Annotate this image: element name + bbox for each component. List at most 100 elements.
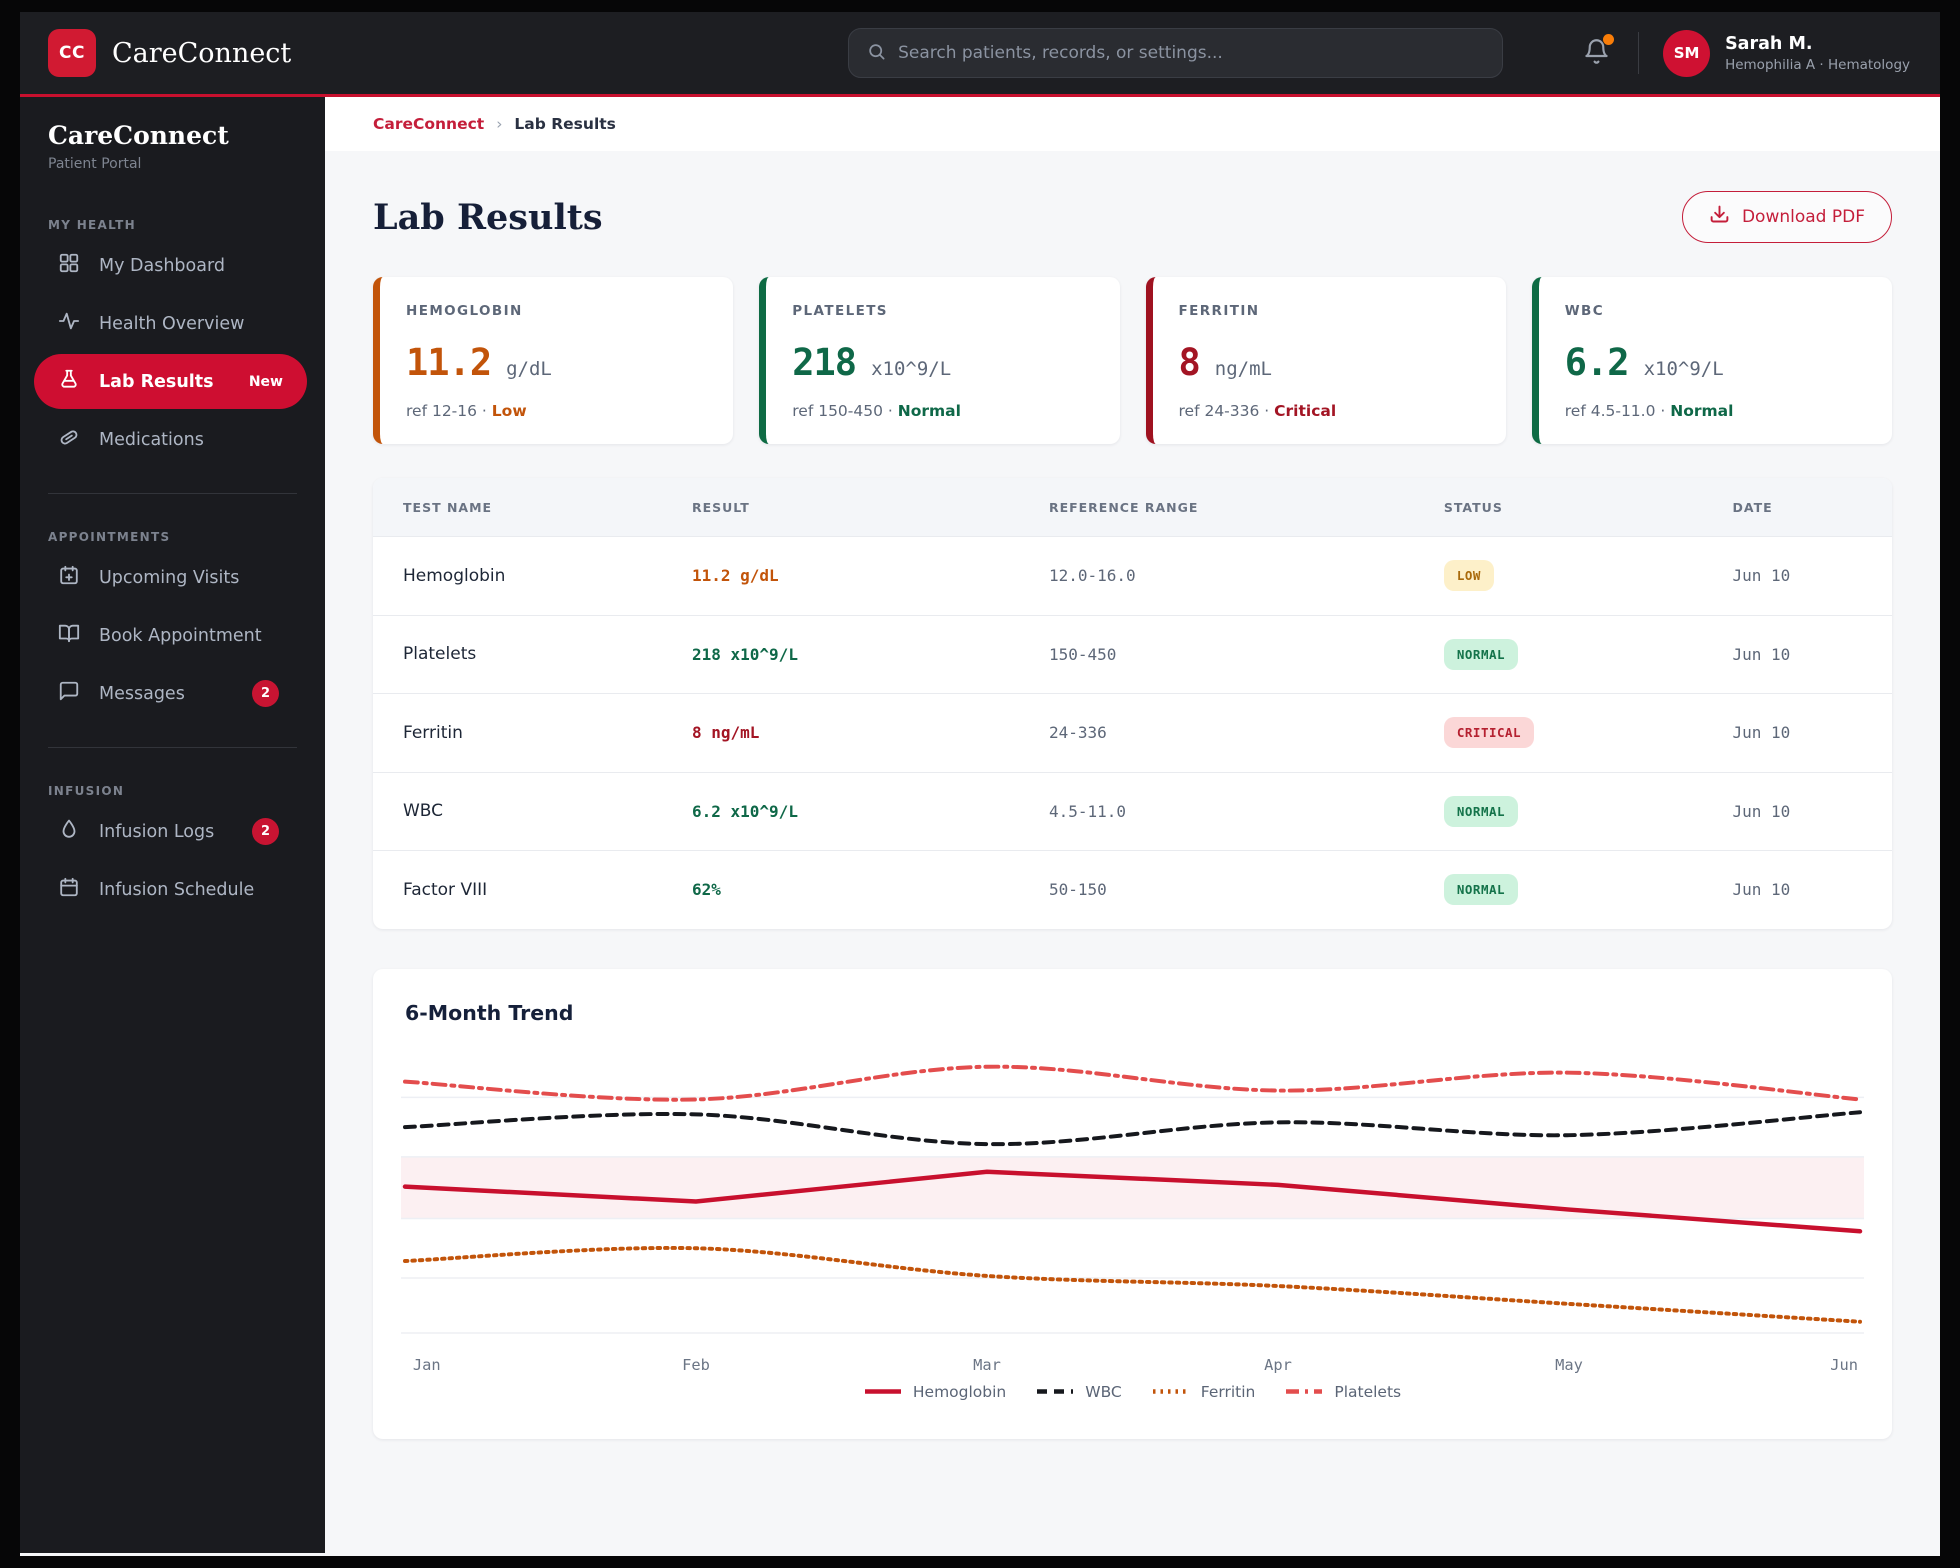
nav-appointments: Upcoming Visits Book Appointment Message…: [20, 550, 325, 721]
sidebar-item-book-appointment[interactable]: Book Appointment: [34, 608, 307, 663]
legend-swatch-dashed: [1037, 1389, 1074, 1394]
legend-swatch-dashdot: [1286, 1389, 1323, 1394]
test-result: 218 x10^9/L: [691, 644, 798, 664]
trend-chart: Jan Feb Mar Apr May Jun: [401, 1064, 1864, 1374]
sidebar-item-label: My Dashboard: [99, 255, 225, 276]
user-name: Sarah M.: [1725, 33, 1813, 54]
sidebar-item-lab-results[interactable]: Lab Results New: [34, 354, 307, 409]
test-range: 12.0-16.0: [1048, 566, 1136, 586]
reference-band: [401, 1156, 1864, 1218]
sidebar-item-health-overview[interactable]: Health Overview: [34, 296, 307, 351]
stat-ref: ref 4.5-11.0 ·: [1564, 402, 1666, 420]
legend-item-hemoglobin[interactable]: Hemoglobin: [864, 1383, 1006, 1401]
stat-ref-line: ref 24-336 · Critical: [1179, 402, 1480, 420]
stat-value: 6.2: [1564, 341, 1630, 384]
stat-value-row: 11.2 g/dL: [406, 341, 707, 384]
stat-ref-line: ref 150-450 · Normal: [792, 402, 1093, 420]
app-shell: CareConnect Patient Portal MY HEALTH My …: [20, 97, 1940, 1553]
download-icon: [1709, 204, 1730, 230]
stat-value: 11.2: [406, 341, 492, 384]
legend-swatch-solid: [864, 1389, 901, 1394]
legend-label: Ferritin: [1200, 1382, 1256, 1401]
search-input[interactable]: [898, 43, 1485, 63]
sidebar-item-my-dashboard[interactable]: My Dashboard: [34, 238, 307, 293]
page-content: Lab Results Download PDF HEMOGLOBIN 11.2…: [325, 151, 1940, 1485]
sidebar-item-label: Messages: [99, 683, 185, 704]
test-date: Jun 10: [1732, 723, 1791, 743]
status-badge: NORMAL: [1443, 638, 1519, 670]
sidebar-divider: [48, 493, 297, 494]
topbar: CC CareConnect SM Sarah M. Hemophilia A …: [20, 12, 1940, 97]
stat-label: WBC: [1564, 303, 1605, 319]
table-row-factor-viii: Factor VIII 62% 50-150 NORMAL Jun 10: [373, 850, 1892, 929]
x-tick-mar: Mar: [973, 1356, 1001, 1374]
sidebar-item-infusion-logs[interactable]: Infusion Logs 2: [34, 804, 307, 859]
stat-card-hemoglobin: HEMOGLOBIN 11.2 g/dL ref 12-16 · Low: [373, 277, 734, 444]
bell-icon: [1583, 39, 1610, 68]
sidebar-subtitle: Patient Portal: [48, 156, 142, 172]
logo-text: CC: [59, 43, 85, 63]
sidebar-item-label: Upcoming Visits: [99, 567, 240, 588]
avatar: SM: [1663, 29, 1711, 77]
topbar-right: SM Sarah M. Hemophilia A · Hematology: [1579, 29, 1910, 77]
column-header-date: DATE: [1732, 499, 1773, 515]
sidebar-item-infusion-schedule[interactable]: Infusion Schedule: [34, 862, 307, 917]
sidebar-title: CareConnect: [48, 121, 229, 150]
test-date: Jun 10: [1732, 644, 1791, 664]
test-name: Factor VIII: [403, 879, 488, 900]
test-range: 4.5-11.0: [1048, 801, 1126, 821]
page-header: Lab Results Download PDF: [373, 191, 1892, 243]
infusion-logs-count-badge: 2: [252, 818, 279, 845]
breadcrumb-separator: ›: [496, 115, 503, 133]
x-tick-apr: Apr: [1264, 1356, 1292, 1374]
status-badge: LOW: [1443, 560, 1494, 592]
legend-label: WBC: [1085, 1382, 1122, 1401]
legend-item-ferritin[interactable]: Ferritin: [1152, 1382, 1256, 1401]
test-status-cell: NORMAL: [1443, 795, 1733, 827]
test-range: 50-150: [1048, 880, 1107, 900]
search-bar[interactable]: [848, 28, 1504, 78]
test-status-cell: LOW: [1443, 560, 1733, 592]
test-range: 24-336: [1048, 723, 1107, 743]
test-status-cell: CRITICAL: [1443, 717, 1733, 749]
breadcrumb-root-link[interactable]: CareConnect: [373, 115, 484, 133]
legend-item-wbc[interactable]: WBC: [1036, 1383, 1122, 1401]
stat-label: PLATELETS: [792, 303, 888, 319]
messages-count-badge: 2: [252, 680, 279, 707]
sidebar-item-messages[interactable]: Messages 2: [34, 666, 307, 721]
x-tick-jun: Jun: [1830, 1356, 1858, 1374]
nav-infusion: Infusion Logs 2 Infusion Schedule: [20, 804, 325, 917]
notifications-button[interactable]: [1579, 34, 1615, 72]
stat-value-row: 218 x10^9/L: [792, 341, 1093, 384]
sidebar-divider: [48, 747, 297, 748]
test-result: 62%: [691, 880, 721, 900]
droplet-icon: [58, 818, 80, 845]
legend-label: Hemoglobin: [912, 1382, 1007, 1401]
test-name: Hemoglobin: [403, 565, 506, 586]
user-menu[interactable]: SM Sarah M. Hemophilia A · Hematology: [1663, 29, 1910, 77]
test-name: Platelets: [403, 644, 477, 665]
stat-ref: ref 24-336 ·: [1178, 402, 1270, 420]
chart-legend: Hemoglobin WBC Ferritin Platelets: [401, 1377, 1864, 1415]
stat-value-row: 8 ng/mL: [1179, 341, 1480, 384]
column-header-test-name: TEST NAME: [403, 499, 493, 515]
sidebar-item-medications[interactable]: Medications: [34, 412, 307, 467]
sidebar-item-upcoming-visits[interactable]: Upcoming Visits: [34, 550, 307, 605]
sidebar-item-label: Book Appointment: [99, 625, 262, 646]
test-status-cell: NORMAL: [1443, 638, 1733, 670]
series-line-platelets: [402, 1064, 1863, 1102]
notification-dot: [1603, 34, 1615, 45]
series-line-ferritin: [402, 1245, 1863, 1324]
table-row-platelets: Platelets 218 x10^9/L 150-450 NORMAL Jun…: [373, 614, 1892, 694]
brand[interactable]: CC CareConnect: [48, 29, 291, 77]
stat-status: Normal: [1670, 402, 1734, 420]
status-badge: NORMAL: [1443, 795, 1519, 827]
stat-label: FERRITIN: [1178, 303, 1260, 319]
sidebar-section-infusion: INFUSION: [48, 784, 125, 798]
table-header-row: TEST NAME RESULT REFERENCE RANGE STATUS …: [373, 478, 1892, 536]
x-tick-feb: Feb: [682, 1356, 710, 1374]
x-tick-may: May: [1555, 1356, 1583, 1374]
download-pdf-button[interactable]: Download PDF: [1681, 191, 1892, 243]
legend-item-platelets[interactable]: Platelets: [1285, 1383, 1401, 1401]
table-row-hemoglobin: Hemoglobin 11.2 g/dL 12.0-16.0 LOW Jun 1…: [373, 536, 1892, 615]
